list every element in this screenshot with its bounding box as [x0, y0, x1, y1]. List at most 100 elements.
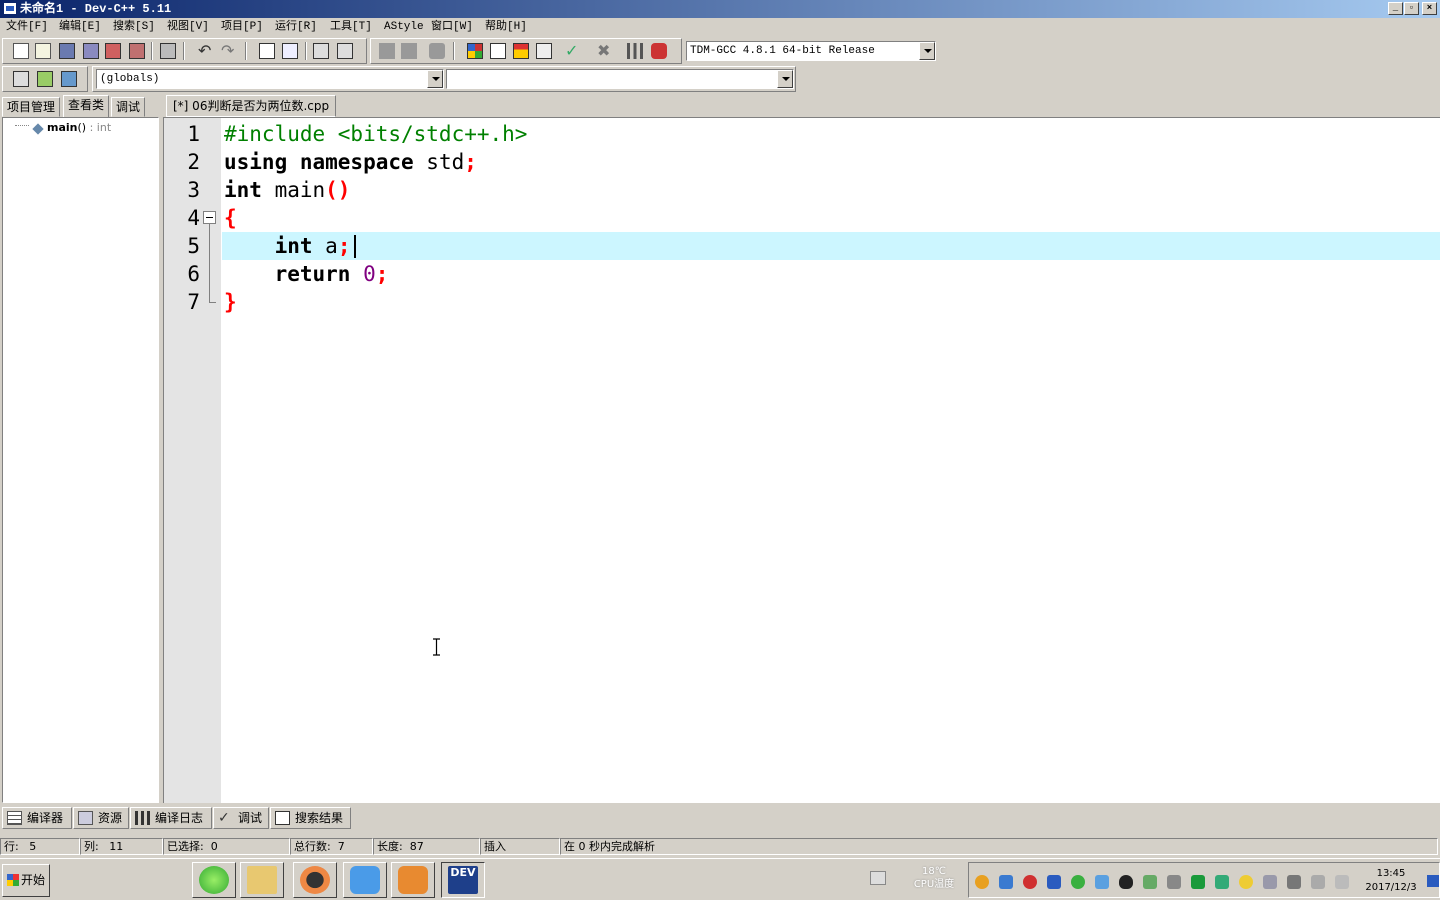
restore-button[interactable]: ▫	[1404, 2, 1419, 15]
tray-app-icon[interactable]	[999, 875, 1013, 889]
speaker-icon[interactable]	[1335, 875, 1349, 889]
tree-line	[15, 125, 29, 126]
ie-browser-icon	[199, 866, 229, 894]
volume-icon[interactable]	[1287, 875, 1301, 889]
undo-icon[interactable]: ↶	[198, 43, 214, 59]
tray-app-icon[interactable]	[1167, 875, 1181, 889]
tray-app-icon[interactable]	[1143, 875, 1157, 889]
compile-icon[interactable]	[467, 43, 483, 59]
save-all-icon[interactable]	[83, 43, 99, 59]
delete-profile-icon[interactable]	[651, 43, 667, 59]
new-file-icon[interactable]	[13, 43, 29, 59]
tray-app-icon[interactable]	[975, 875, 989, 889]
taskbar-app-devcpp[interactable]: DEV	[441, 862, 485, 898]
save-icon[interactable]	[59, 43, 75, 59]
tab-resources[interactable]: 资源	[73, 807, 129, 829]
rebuild-all-icon[interactable]	[536, 43, 552, 59]
tab-project-manager[interactable]: 项目管理	[2, 97, 61, 117]
tray-app-icon[interactable]	[1263, 875, 1277, 889]
class-toolbar	[2, 66, 88, 92]
menu-edit[interactable]: 编辑[E]	[59, 18, 101, 37]
menu-project[interactable]: 项目[P]	[221, 18, 263, 37]
redo-icon[interactable]: ↷	[221, 43, 237, 59]
code-line[interactable]: {	[224, 204, 237, 232]
print-icon[interactable]	[160, 43, 176, 59]
close-button[interactable]: ×	[1422, 2, 1437, 15]
minimize-button[interactable]: _	[1388, 2, 1403, 15]
code-token: a	[312, 234, 338, 258]
code-line[interactable]: }	[224, 288, 237, 316]
tab-compiler[interactable]: 编译器	[2, 807, 72, 829]
menu-file[interactable]: 文件[F]	[6, 18, 48, 37]
close-file-icon[interactable]	[105, 43, 121, 59]
tray-app-icon[interactable]	[1239, 875, 1253, 889]
fold-toggle-icon[interactable]	[203, 211, 216, 224]
keyboard-icon[interactable]	[870, 871, 886, 885]
code-token: ;	[464, 150, 477, 174]
code-line[interactable]: #include <bits/stdc++.h>	[224, 120, 527, 148]
tray-app-icon[interactable]	[1023, 875, 1037, 889]
devcpp-icon: DEV	[448, 866, 478, 894]
tray-app-icon[interactable]	[1191, 875, 1205, 889]
remove-file-icon[interactable]	[429, 43, 445, 59]
bookmark-icon[interactable]	[61, 71, 77, 87]
run-icon[interactable]	[490, 43, 506, 59]
tab-debug-output[interactable]: ✓ 调试	[213, 807, 269, 829]
menu-run[interactable]: 运行[R]	[275, 18, 317, 37]
temperature-label: CPU温度	[913, 879, 955, 890]
compile-run-icon[interactable]	[513, 43, 529, 59]
profile-icon[interactable]	[627, 43, 643, 59]
replace-icon[interactable]	[282, 43, 298, 59]
tree-item-main[interactable]: main() : int	[47, 121, 111, 135]
chevron-down-icon[interactable]	[919, 42, 935, 60]
show-desktop-icon[interactable]	[1427, 875, 1439, 887]
function-select[interactable]	[446, 69, 794, 89]
goto-line-icon[interactable]	[37, 71, 53, 87]
editor-file-tab[interactable]: [*] 06判断是否为两位数.cpp	[166, 95, 337, 117]
tray-app-icon[interactable]	[1071, 875, 1085, 889]
goto-forward-icon[interactable]	[401, 43, 417, 59]
clock[interactable]: 13:45 2017/12/3	[1361, 867, 1421, 895]
taskbar-app-recorder[interactable]	[293, 862, 337, 898]
tab-class-browser[interactable]: 查看类	[63, 95, 110, 117]
tray-app-icon[interactable]	[1095, 875, 1109, 889]
qq-icon[interactable]	[1119, 875, 1133, 889]
menu-view[interactable]: 视图[V]	[167, 18, 209, 37]
taskbar-app-cloud[interactable]	[343, 862, 387, 898]
code-editor[interactable]: 1234567 #include <bits/stdc++.h> using na…	[163, 117, 1440, 803]
menu-search[interactable]: 搜索[S]	[113, 18, 155, 37]
scope-select[interactable]: (globals)	[96, 69, 444, 89]
open-file-icon[interactable]	[35, 43, 51, 59]
close-all-icon[interactable]	[129, 43, 145, 59]
indent-icon[interactable]	[313, 43, 329, 59]
chevron-down-icon[interactable]	[777, 70, 793, 88]
menu-astyle[interactable]: AStyle	[384, 18, 424, 37]
insert-icon[interactable]	[13, 71, 29, 87]
menu-help[interactable]: 帮助[H]	[485, 18, 527, 37]
tab-compile-log[interactable]: 编译日志	[130, 807, 212, 829]
taskbar-app-browser[interactable]	[192, 862, 236, 898]
stop-execution-icon[interactable]: ✖	[597, 43, 613, 59]
code-line[interactable]: return 0;	[224, 260, 389, 288]
tray-app-icon[interactable]	[1047, 875, 1061, 889]
status-message: 在 0 秒内完成解析	[560, 838, 1438, 855]
compiler-select[interactable]: TDM-GCC 4.8.1 64-bit Release	[686, 41, 936, 61]
unindent-icon[interactable]	[337, 43, 353, 59]
code-line[interactable]: int a;	[224, 232, 351, 260]
tray-app-icon[interactable]	[1215, 875, 1229, 889]
start-button[interactable]: 开始	[2, 864, 50, 897]
taskbar-app-pdf[interactable]	[391, 862, 435, 898]
tab-debug[interactable]: 调试	[111, 97, 146, 117]
goto-back-icon[interactable]	[379, 43, 395, 59]
fold-line	[209, 224, 210, 302]
menu-tools[interactable]: 工具[T]	[330, 18, 372, 37]
tab-search-results[interactable]: 搜索结果	[270, 807, 351, 829]
syntax-check-icon[interactable]: ✓	[565, 43, 581, 59]
taskbar-app-explorer[interactable]	[240, 862, 284, 898]
code-line[interactable]: int main()	[224, 176, 350, 204]
menu-window[interactable]: 窗口[W]	[431, 18, 473, 37]
network-icon[interactable]	[1311, 875, 1325, 889]
find-icon[interactable]	[259, 43, 275, 59]
chevron-down-icon[interactable]	[427, 70, 443, 88]
code-line[interactable]: using namespace std;	[224, 148, 477, 176]
